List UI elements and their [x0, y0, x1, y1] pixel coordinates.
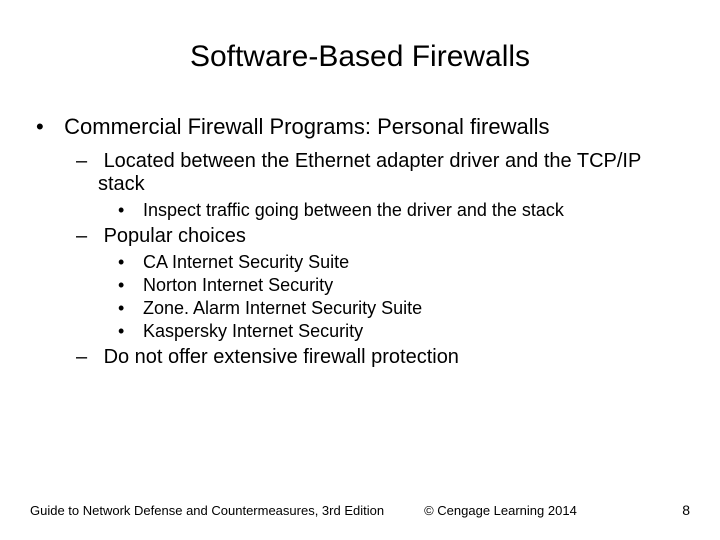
bullet-lvl1: Commercial Firewall Programs: Personal f… — [58, 114, 690, 369]
bullet-sublist: CA Internet Security Suite Norton Intern… — [98, 252, 690, 342]
bullet-text: Located between the Ethernet adapter dri… — [98, 150, 641, 195]
bullet-lvl2: Popular choices CA Internet Security Sui… — [98, 225, 690, 342]
footer-source: Guide to Network Defense and Countermeas… — [30, 503, 384, 518]
slide: Software-Based Firewalls Commercial Fire… — [0, 0, 720, 540]
footer: Guide to Network Defense and Countermeas… — [30, 502, 690, 518]
bullet-lvl3: Inspect traffic going between the driver… — [138, 200, 690, 221]
bullet-text: Inspect traffic going between the driver… — [143, 200, 564, 220]
bullet-text: Do not offer extensive firewall protecti… — [104, 346, 459, 368]
bullet-lvl2: Do not offer extensive firewall protecti… — [98, 346, 690, 369]
bullet-lvl3: Norton Internet Security — [138, 275, 690, 296]
bullet-text: Commercial Firewall Programs: Personal f… — [64, 114, 549, 139]
bullet-sublist: Located between the Ethernet adapter dri… — [58, 150, 690, 369]
footer-copyright: © Cengage Learning 2014 — [424, 503, 577, 518]
bullet-text: Kaspersky Internet Security — [143, 321, 363, 341]
bullet-lvl2: Located between the Ethernet adapter dri… — [98, 150, 690, 221]
bullet-text: Norton Internet Security — [143, 275, 333, 295]
bullet-text: Popular choices — [104, 225, 246, 247]
page-number: 8 — [682, 502, 690, 518]
bullet-text: CA Internet Security Suite — [143, 252, 349, 272]
bullet-sublist: Inspect traffic going between the driver… — [98, 200, 690, 221]
bullet-lvl3: Zone. Alarm Internet Security Suite — [138, 298, 690, 319]
bullet-list: Commercial Firewall Programs: Personal f… — [30, 114, 690, 369]
slide-title: Software-Based Firewalls — [30, 40, 690, 74]
bullet-text: Zone. Alarm Internet Security Suite — [143, 298, 422, 318]
bullet-lvl3: Kaspersky Internet Security — [138, 321, 690, 342]
bullet-lvl3: CA Internet Security Suite — [138, 252, 690, 273]
